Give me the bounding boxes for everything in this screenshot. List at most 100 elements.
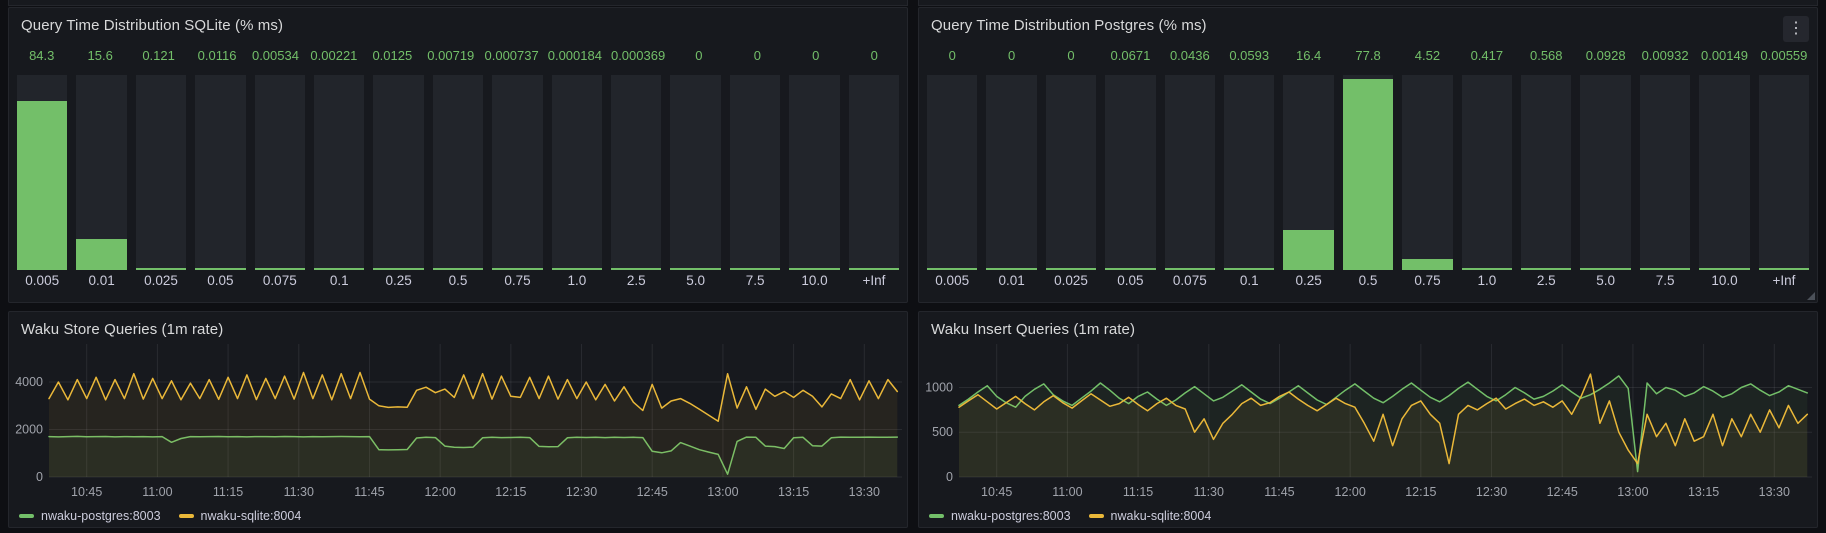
x-axis-tick-label: 13:30 bbox=[1759, 485, 1790, 499]
bar-track bbox=[552, 75, 602, 270]
panel-waku-insert-queries: Waku Insert Queries (1m rate) 0500100010… bbox=[918, 311, 1818, 528]
bar-track bbox=[373, 75, 423, 270]
bucket-label: 0.005 bbox=[17, 273, 67, 288]
x-axis-tick-label: 11:15 bbox=[213, 485, 243, 499]
store-queries-chart[interactable]: 02000400010:4511:0011:1511:3011:4512:001… bbox=[9, 344, 907, 508]
bar-fill bbox=[849, 268, 899, 270]
bar-fill bbox=[76, 239, 126, 270]
bar-value: 0.0593 bbox=[1224, 48, 1274, 63]
bucket-label: 0.025 bbox=[136, 273, 186, 288]
bucket-label: 1.0 bbox=[552, 273, 602, 288]
bar-value: 0.417 bbox=[1462, 48, 1512, 63]
bucket-label: 0.05 bbox=[195, 273, 245, 288]
bar-fill bbox=[195, 268, 245, 270]
bucket-label: 7.5 bbox=[1640, 273, 1690, 288]
bar-track bbox=[1046, 75, 1096, 270]
panel-query-time-distribution-sqlite: Query Time Distribution SQLite (% ms) 84… bbox=[8, 7, 908, 303]
legend-item[interactable]: nwaku-postgres:8003 bbox=[929, 509, 1071, 523]
bucket-label: +Inf bbox=[1759, 273, 1809, 288]
panel-title[interactable]: Waku Store Queries (1m rate) bbox=[21, 321, 223, 338]
bar-fill bbox=[433, 268, 483, 270]
x-axis-tick-label: 12:15 bbox=[1405, 485, 1436, 499]
bucket-label-row: 0.0050.010.0250.050.0750.10.250.50.751.0… bbox=[919, 273, 1817, 288]
bar-value: 0.00221 bbox=[309, 48, 358, 63]
bar-fill bbox=[373, 268, 423, 270]
bar-value: 0.00149 bbox=[1699, 48, 1749, 63]
bar-value: 0.00559 bbox=[1759, 48, 1809, 63]
panel-title[interactable]: Query Time Distribution Postgres (% ms) bbox=[931, 17, 1207, 34]
bar-value: 0.0116 bbox=[192, 48, 241, 63]
bar-fill bbox=[136, 268, 186, 270]
legend-item[interactable]: nwaku-sqlite:8004 bbox=[1089, 509, 1212, 523]
legend-swatch-green bbox=[929, 514, 944, 518]
panel-menu-icon[interactable]: ⋮ bbox=[1783, 16, 1809, 42]
bucket-label: 7.5 bbox=[730, 273, 780, 288]
y-axis-tick-label: 1000 bbox=[925, 380, 953, 394]
bar-row bbox=[919, 75, 1817, 270]
bar-value: 77.8 bbox=[1343, 48, 1393, 63]
bar-value: 0.121 bbox=[134, 48, 183, 63]
x-axis-tick-label: 11:30 bbox=[1194, 485, 1224, 499]
panel-query-time-distribution-postgres: Query Time Distribution Postgres (% ms) … bbox=[918, 7, 1818, 303]
bar-track bbox=[1640, 75, 1690, 270]
bar-value: 0 bbox=[986, 48, 1036, 63]
panel-title[interactable]: Waku Insert Queries (1m rate) bbox=[931, 321, 1135, 338]
insert-queries-chart[interactable]: 0500100010:4511:0011:1511:3011:4512:0012… bbox=[919, 344, 1817, 508]
bucket-label: +Inf bbox=[849, 273, 899, 288]
bucket-label: 0.75 bbox=[492, 273, 542, 288]
bar-track bbox=[849, 75, 899, 270]
bar-value: 84.3 bbox=[17, 48, 66, 63]
panel-header: Query Time Distribution Postgres (% ms) bbox=[919, 8, 1817, 34]
panel-header: Waku Store Queries (1m rate) bbox=[9, 312, 907, 338]
bucket-label: 0.75 bbox=[1402, 273, 1452, 288]
panel-title[interactable]: Query Time Distribution SQLite (% ms) bbox=[21, 17, 283, 34]
bar-fill bbox=[1640, 268, 1690, 270]
bar-fill bbox=[1224, 268, 1274, 270]
bar-value: 16.4 bbox=[1283, 48, 1333, 63]
bar-fill bbox=[1046, 268, 1096, 270]
bar-fill bbox=[670, 268, 720, 270]
bucket-label: 0.075 bbox=[1165, 273, 1215, 288]
bar-fill bbox=[986, 268, 1036, 270]
bar-fill bbox=[789, 268, 839, 270]
x-axis-tick-label: 12:30 bbox=[1476, 485, 1507, 499]
bar-value: 0.00932 bbox=[1640, 48, 1690, 63]
y-axis-tick-label: 0 bbox=[36, 470, 43, 484]
legend-label: nwaku-sqlite:8004 bbox=[201, 509, 302, 523]
bar-track bbox=[17, 75, 67, 270]
x-axis-tick-label: 11:45 bbox=[1264, 485, 1294, 499]
bar-track bbox=[1283, 75, 1333, 270]
chart-legend: nwaku-postgres:8003 nwaku-sqlite:8004 bbox=[9, 509, 907, 523]
bar-track bbox=[789, 75, 839, 270]
bar-track bbox=[1759, 75, 1809, 270]
bar-value: 0 bbox=[733, 48, 782, 63]
bucket-label-row: 0.0050.010.0250.050.0750.10.250.50.751.0… bbox=[9, 273, 907, 288]
bar-track bbox=[195, 75, 245, 270]
panel-resize-handle[interactable] bbox=[1807, 292, 1815, 300]
legend-label: nwaku-postgres:8003 bbox=[951, 509, 1071, 523]
bar-track bbox=[1521, 75, 1571, 270]
bucket-label: 0.1 bbox=[1224, 273, 1274, 288]
bar-value: 0.568 bbox=[1521, 48, 1571, 63]
bar-track bbox=[611, 75, 661, 270]
bar-track bbox=[1105, 75, 1155, 270]
bar-fill bbox=[314, 268, 364, 270]
bar-fill bbox=[492, 268, 542, 270]
bucket-label: 0.25 bbox=[1283, 273, 1333, 288]
bar-track bbox=[1462, 75, 1512, 270]
legend-item[interactable]: nwaku-postgres:8003 bbox=[19, 509, 161, 523]
bar-fill bbox=[1580, 268, 1630, 270]
bucket-label: 0.01 bbox=[986, 273, 1036, 288]
x-axis-tick-label: 12:00 bbox=[425, 485, 456, 499]
bucket-label: 10.0 bbox=[1699, 273, 1749, 288]
bar-row bbox=[9, 75, 907, 270]
bar-value: 0.0928 bbox=[1580, 48, 1630, 63]
legend-item[interactable]: nwaku-sqlite:8004 bbox=[179, 509, 302, 523]
x-axis-tick-label: 13:30 bbox=[849, 485, 880, 499]
x-axis-tick-label: 11:45 bbox=[354, 485, 384, 499]
bar-fill bbox=[1462, 268, 1512, 270]
bar-value: 4.52 bbox=[1402, 48, 1452, 63]
series-area-yellow bbox=[49, 373, 897, 478]
bar-fill bbox=[1343, 79, 1393, 270]
legend-label: nwaku-sqlite:8004 bbox=[1111, 509, 1212, 523]
